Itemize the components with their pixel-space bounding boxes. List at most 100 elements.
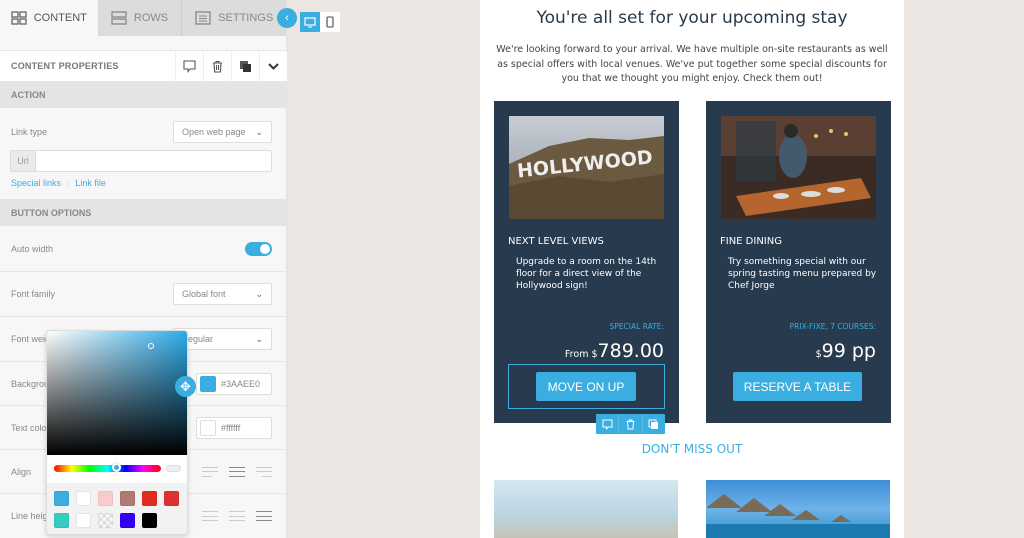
text-color-swatch[interactable] — [200, 419, 216, 436]
tab-content[interactable]: CONTENT — [0, 0, 98, 36]
link-file-link[interactable]: Link file — [75, 178, 106, 188]
tab-settings-label: SETTINGS — [218, 12, 274, 24]
chevron-down-icon: ⌄ — [255, 126, 263, 137]
align-right-icon[interactable] — [256, 466, 272, 477]
duplicate-icon — [240, 60, 251, 72]
card-rate-label[interactable]: PRIX-FIXE, 7 COURSES: — [790, 322, 876, 331]
alpha-toggle[interactable] — [166, 465, 181, 472]
line-height-1-icon[interactable] — [202, 511, 218, 521]
mobile-view-button[interactable] — [320, 12, 340, 32]
background-color-value: #3AAEE0 — [221, 378, 261, 389]
rows-icon — [111, 11, 127, 25]
card-rate-label[interactable]: SPECIAL RATE: — [610, 322, 664, 331]
link-type-select[interactable]: Open web page ⌄ — [173, 121, 272, 143]
card-description[interactable]: Upgrade to a room on the 14th floor for … — [516, 256, 666, 292]
promo-image-left[interactable] — [494, 480, 678, 538]
chevron-down-icon — [268, 62, 279, 70]
auto-width-row: Auto width — [0, 227, 287, 272]
align-left-icon[interactable] — [202, 466, 218, 477]
link-type-label: Link type — [11, 127, 48, 137]
email-headline[interactable]: You're all set for your upcoming stay — [480, 8, 904, 28]
text-color-input[interactable]: #ffffff — [196, 416, 272, 439]
hue-area — [47, 455, 187, 483]
card-description[interactable]: Try something special with our spring ta… — [728, 256, 878, 292]
url-input[interactable] — [36, 151, 271, 171]
desktop-view-button[interactable] — [300, 12, 320, 32]
block-comment-button[interactable] — [596, 414, 620, 434]
url-prefix: Url — [11, 151, 36, 171]
link-options: Special links | Link file — [11, 178, 106, 188]
comment-icon — [602, 419, 613, 430]
line-height-2-icon[interactable] — [229, 511, 245, 521]
link-type-row: Link type Open web page ⌄ — [0, 118, 287, 146]
color-preset-swatch[interactable] — [164, 491, 179, 506]
button-options-header: BUTTON OPTIONS — [0, 199, 287, 226]
card-title[interactable]: NEXT LEVEL VIEWS — [508, 236, 604, 247]
color-preset-swatch[interactable] — [142, 513, 157, 528]
color-preset-swatch[interactable] — [54, 491, 69, 506]
dining-image[interactable] — [721, 116, 876, 219]
email-intro-text[interactable]: We're looking forward to your arrival. W… — [492, 43, 892, 87]
dining-photo — [721, 116, 876, 219]
tab-rows[interactable]: ROWS — [98, 0, 183, 36]
chevron-left-icon: ‹ — [285, 12, 289, 24]
color-preset-swatch[interactable] — [98, 513, 113, 528]
sidebar-panel: CONTENT ROWS SETTINGS CONTENT PROPERTIES… — [0, 0, 287, 538]
hollywood-image[interactable]: HOLLYWOOD — [509, 116, 664, 219]
color-preset-swatch[interactable] — [120, 513, 135, 528]
auto-width-toggle[interactable] — [245, 242, 272, 256]
action-section-header: ACTION — [0, 81, 287, 108]
auto-width-label: Auto width — [11, 244, 54, 254]
move-on-up-button[interactable]: MOVE ON UP — [536, 372, 636, 401]
move-block-handle[interactable]: ✥ — [175, 376, 196, 397]
line-height-3-icon[interactable] — [256, 511, 272, 521]
color-preset-swatch[interactable] — [54, 513, 69, 528]
settings-icon — [195, 11, 211, 25]
delete-button[interactable] — [203, 50, 231, 82]
tab-content-label: CONTENT — [33, 12, 87, 24]
overwater-huts-photo — [706, 494, 890, 538]
content-properties-title: CONTENT PROPERTIES — [11, 61, 119, 71]
block-duplicate-button[interactable] — [643, 414, 665, 434]
collapse-sidebar-button[interactable]: ‹ — [277, 8, 297, 28]
tab-settings[interactable]: SETTINGS — [182, 0, 286, 36]
duplicate-button[interactable] — [231, 50, 259, 82]
block-delete-button[interactable] — [619, 414, 643, 434]
reserve-table-button[interactable]: RESERVE A TABLE — [733, 372, 862, 401]
background-color-input[interactable]: #3AAEE0 — [196, 372, 272, 395]
card-title[interactable]: FINE DINING — [720, 236, 782, 247]
chevron-down-icon: ⌄ — [255, 288, 263, 299]
content-properties-header: CONTENT PROPERTIES — [0, 50, 287, 82]
trash-icon — [626, 419, 635, 429]
background-color-swatch[interactable] — [200, 375, 216, 392]
grid-icon — [11, 11, 27, 25]
card-price[interactable]: $99 pp — [816, 340, 876, 362]
promo-image-right[interactable] — [706, 480, 890, 538]
color-preset-swatch[interactable] — [76, 513, 91, 528]
trash-icon — [213, 60, 222, 73]
desktop-icon — [304, 16, 316, 27]
special-links-link[interactable]: Special links — [11, 178, 61, 188]
hollywood-photo: HOLLYWOOD — [509, 116, 664, 219]
color-preset-swatch[interactable] — [120, 491, 135, 506]
align-options — [202, 466, 272, 477]
color-cursor[interactable] — [148, 343, 154, 349]
saturation-value-area[interactable] — [47, 331, 187, 455]
price-value: 99 pp — [821, 340, 876, 362]
section-heading[interactable]: DON'T MISS OUT — [480, 442, 904, 456]
line-height-options — [202, 511, 272, 521]
tab-rows-label: ROWS — [133, 12, 169, 24]
comment-button[interactable] — [175, 50, 203, 82]
card-price[interactable]: From $789.00 — [565, 340, 664, 362]
duplicate-icon — [648, 419, 659, 429]
hue-handle[interactable] — [112, 463, 121, 472]
color-preset-swatch[interactable] — [142, 491, 157, 506]
hue-slider[interactable] — [54, 463, 161, 472]
font-family-value: Global font — [182, 289, 226, 299]
chevron-down-icon: ⌄ — [255, 333, 263, 344]
align-center-icon[interactable] — [229, 466, 245, 477]
font-family-select[interactable]: Global font ⌄ — [173, 283, 272, 305]
color-preset-swatch[interactable] — [76, 491, 91, 506]
collapse-properties-button[interactable] — [259, 50, 287, 82]
color-preset-swatch[interactable] — [98, 491, 113, 506]
